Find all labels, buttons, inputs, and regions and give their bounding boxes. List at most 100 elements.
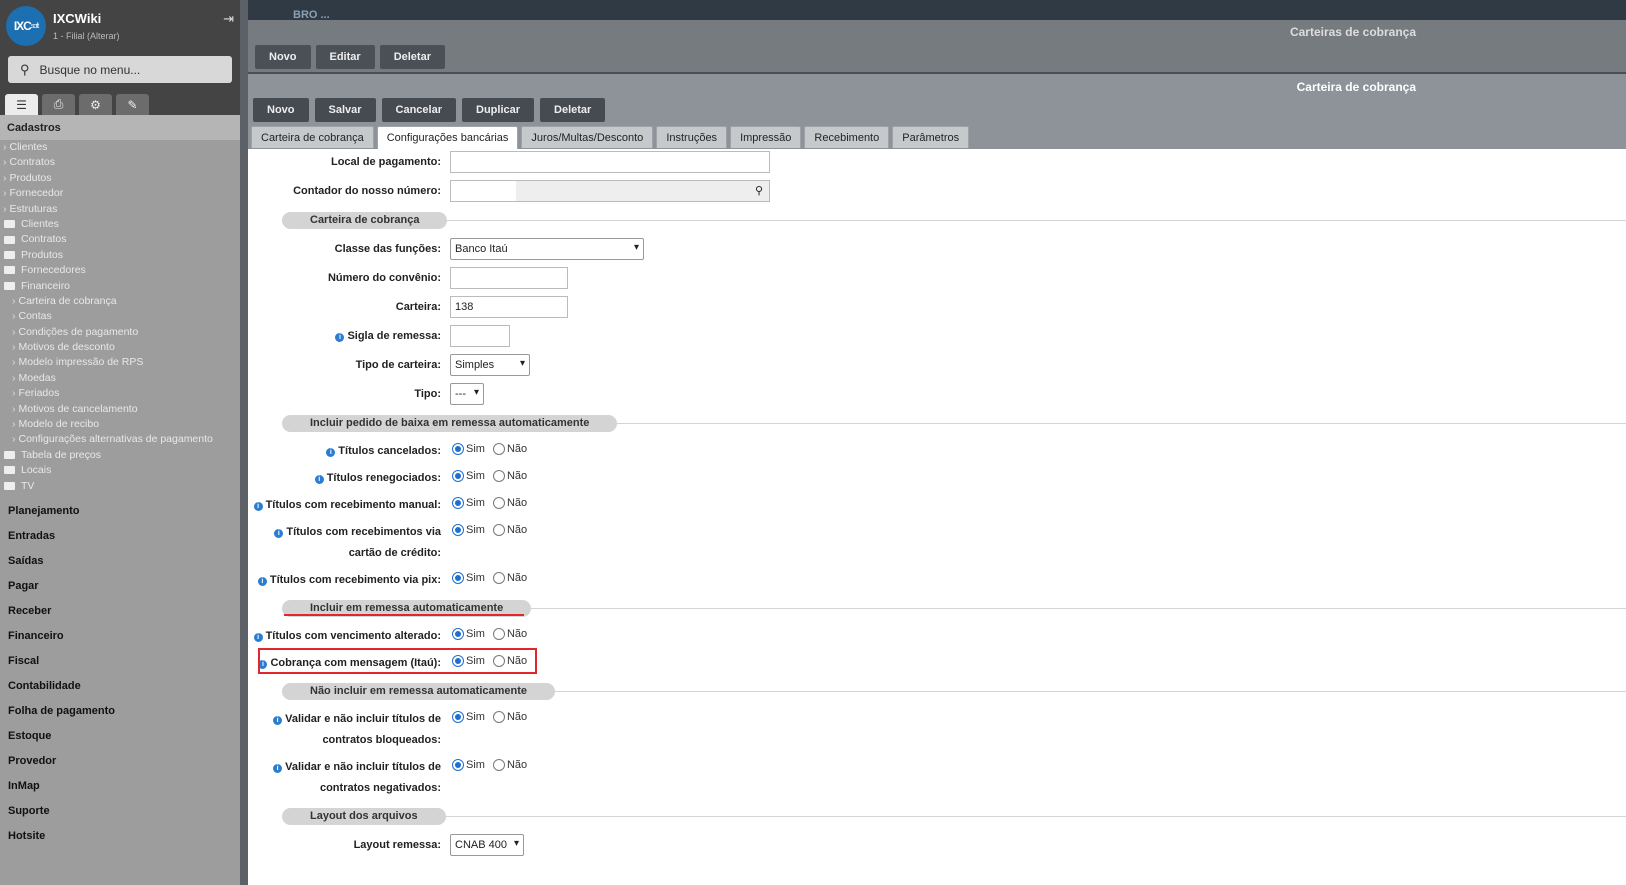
tab-impressao[interactable]: Impressão: [730, 126, 802, 148]
r5-sim-radio[interactable]: [452, 572, 464, 584]
r4-sim-radio[interactable]: [452, 524, 464, 536]
list-edit-button[interactable]: Editar: [315, 45, 375, 69]
r1-sim-radio[interactable]: [452, 443, 464, 455]
tree-item[interactable]: › Condições de pagamento: [0, 325, 240, 340]
duplicate-button[interactable]: Duplicar: [462, 98, 535, 122]
info-icon[interactable]: i: [257, 577, 267, 586]
r2-sim-radio[interactable]: [452, 470, 464, 482]
r2-nao-radio[interactable]: [492, 470, 505, 482]
tree-item[interactable]: Contratos: [0, 232, 240, 247]
classe-select[interactable]: Banco Itaú ▾: [450, 238, 644, 260]
r5-nao-radio[interactable]: [492, 572, 505, 584]
sidebar-menu-item[interactable]: Planejamento: [0, 499, 240, 524]
settings-icon[interactable]: ⚙: [79, 94, 112, 115]
tree-item[interactable]: Fornecedores: [0, 263, 240, 278]
info-icon[interactable]: i: [314, 475, 324, 484]
section-cadastros[interactable]: Cadastros: [0, 115, 240, 140]
tree-item[interactable]: › Contas: [0, 309, 240, 324]
tab-config-bancarias[interactable]: Configurações bancárias: [376, 126, 519, 149]
tree-item[interactable]: › Fornecedor: [0, 186, 240, 201]
tree-item[interactable]: Financeiro: [0, 279, 240, 294]
delete-button[interactable]: Deletar: [540, 98, 606, 122]
print-icon[interactable]: ⎙: [42, 94, 75, 115]
r9-label-b: contratos negativados:: [319, 782, 441, 794]
r9-sim-radio[interactable]: [452, 759, 464, 771]
tree-item[interactable]: › Produtos: [0, 171, 240, 186]
r3-nao-radio[interactable]: [492, 497, 505, 509]
tree-item[interactable]: › Motivos de desconto: [0, 340, 240, 355]
list-icon[interactable]: ☰: [5, 94, 38, 115]
sidebar-menu-item[interactable]: InMap: [0, 774, 240, 799]
save-button[interactable]: Salvar: [314, 98, 376, 122]
r3-sim-radio[interactable]: [452, 497, 464, 509]
tree-item[interactable]: › Configurações alternativas de pagamento: [0, 432, 240, 447]
layout-select[interactable]: CNAB 400 ▾: [450, 834, 524, 856]
tree-item[interactable]: › Modelo de recibo: [0, 417, 240, 432]
sidebar-menu-item[interactable]: Suporte: [0, 799, 240, 824]
r9-nao-radio[interactable]: [492, 759, 505, 771]
tab-recebimento[interactable]: Recebimento: [804, 126, 890, 148]
wrench-icon[interactable]: ✎: [116, 94, 149, 115]
contador-input[interactable]: ⚲: [450, 180, 770, 202]
sidebar-menu-item[interactable]: Folha de pagamento: [0, 699, 240, 724]
tree-item[interactable]: TV: [0, 479, 240, 494]
sidebar-menu-item[interactable]: Contabilidade: [0, 674, 240, 699]
sidebar-menu-item[interactable]: Pagar: [0, 574, 240, 599]
info-icon[interactable]: i: [326, 448, 336, 457]
info-icon[interactable]: i: [274, 529, 284, 538]
sidebar-menu-item[interactable]: Receber: [0, 599, 240, 624]
sidebar-menu-item[interactable]: Financeiro: [0, 624, 240, 649]
tree-item[interactable]: Locais: [0, 463, 240, 478]
tree-item[interactable]: › Contratos: [0, 155, 240, 170]
tree-item[interactable]: Produtos: [0, 248, 240, 263]
app-logo[interactable]: IXC soft: [6, 6, 46, 46]
tab-carteira[interactable]: Carteira de cobrança: [251, 126, 374, 148]
tree-item[interactable]: › Carteira de cobrança: [0, 294, 240, 309]
list-new-button[interactable]: Novo: [255, 45, 311, 69]
tree-item[interactable]: › Estruturas: [0, 202, 240, 217]
tree-item[interactable]: Tabela de preços: [0, 448, 240, 463]
tipo-select[interactable]: --- ▾: [450, 383, 484, 405]
sidebar-menu-item[interactable]: Estoque: [0, 724, 240, 749]
tipo-carteira-label: Tipo de carteira:: [355, 359, 441, 371]
sidebar-menu-item[interactable]: Entradas: [0, 524, 240, 549]
info-icon[interactable]: i: [253, 633, 263, 642]
r4-nao-radio[interactable]: [492, 524, 505, 536]
tab-juros[interactable]: Juros/Multas/Desconto: [521, 126, 654, 148]
tree-item[interactable]: › Feriados: [0, 386, 240, 401]
sidebar-menu-item[interactable]: Saídas: [0, 549, 240, 574]
sidebar-menu-item[interactable]: Provedor: [0, 749, 240, 774]
convenio-input[interactable]: [450, 267, 568, 289]
info-icon[interactable]: i: [335, 333, 345, 342]
tab-instrucoes[interactable]: Instruções: [656, 126, 728, 148]
info-icon[interactable]: i: [273, 764, 283, 773]
info-icon[interactable]: i: [253, 502, 263, 511]
tree-item[interactable]: › Clientes: [0, 140, 240, 155]
local-pagamento-input[interactable]: [450, 151, 770, 173]
branch-selector[interactable]: 1 - Filial (Alterar): [53, 31, 120, 41]
tree-item[interactable]: › Motivos de cancelamento: [0, 402, 240, 417]
carteira-input[interactable]: 138: [450, 296, 568, 318]
r1-nao-radio[interactable]: [492, 443, 505, 455]
r8-sim-radio[interactable]: [452, 711, 464, 723]
search-input[interactable]: ⚲ Busque no menu...: [8, 56, 232, 83]
sidebar-menu-item[interactable]: Hotsite: [0, 824, 240, 849]
tree-item[interactable]: › Moedas: [0, 371, 240, 386]
logout-icon[interactable]: ⇥: [223, 11, 234, 27]
splitter[interactable]: [240, 0, 248, 885]
r6-nao-radio[interactable]: [492, 628, 505, 640]
tipo-carteira-select[interactable]: Simples ▾: [450, 354, 530, 376]
r6-sim-radio[interactable]: [452, 628, 464, 640]
search-icon[interactable]: ⚲: [755, 184, 763, 197]
info-icon[interactable]: i: [273, 716, 283, 725]
tree-item[interactable]: Clientes: [0, 217, 240, 232]
sigla-input[interactable]: [450, 325, 510, 347]
list-delete-button[interactable]: Deletar: [379, 45, 445, 69]
tab-parametros[interactable]: Parâmetros: [892, 126, 970, 148]
r5-radios: Sim Não: [452, 572, 527, 584]
cancel-button[interactable]: Cancelar: [381, 98, 457, 122]
new-button[interactable]: Novo: [253, 98, 309, 122]
r8-nao-radio[interactable]: [492, 711, 505, 723]
tree-item[interactable]: › Modelo impressão de RPS: [0, 355, 240, 370]
sidebar-menu-item[interactable]: Fiscal: [0, 649, 240, 674]
